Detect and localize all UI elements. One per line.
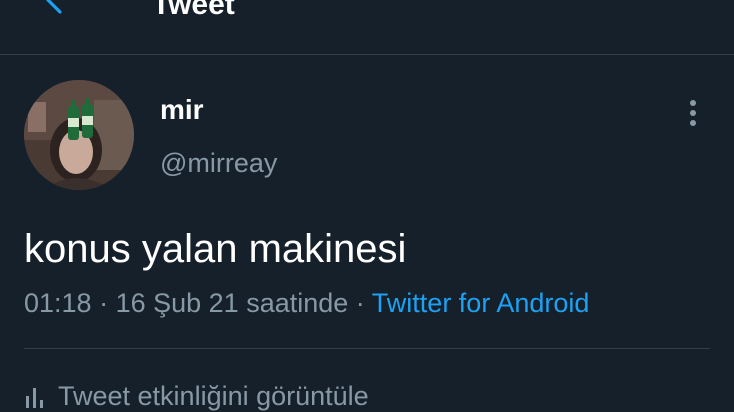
- dot: [690, 110, 696, 116]
- bar-chart-icon: [26, 388, 43, 408]
- tweet-detail-screen: Tweet mir @mirreay konus yalan makinesi …: [0, 0, 734, 412]
- dot: [690, 120, 696, 126]
- username[interactable]: @mirreay: [160, 146, 277, 180]
- profile-photo-icon: [24, 80, 134, 190]
- tweet-text: konus yalan makinesi: [24, 227, 407, 271]
- tweet-metadata: 01:18 · 16 Şub 21 saatinde · Twitter for…: [24, 286, 589, 320]
- tweet-time: 01:18: [24, 288, 92, 318]
- display-name[interactable]: mir: [160, 93, 204, 127]
- activity-label: Tweet etkinliğini görüntüle: [58, 380, 369, 411]
- tweet-date: 16 Şub 21 saatinde: [115, 288, 349, 318]
- page-title: Tweet: [152, 0, 235, 21]
- back-arrow-icon[interactable]: [34, 0, 70, 18]
- more-options-icon[interactable]: [680, 96, 706, 130]
- divider: [24, 348, 710, 349]
- top-bar: Tweet: [0, 0, 734, 55]
- separator: ·: [91, 288, 116, 318]
- view-activity-button[interactable]: Tweet etkinliğini görüntüle: [24, 376, 369, 412]
- avatar[interactable]: [24, 80, 134, 190]
- source-link[interactable]: Twitter for Android: [372, 288, 590, 318]
- dot: [690, 100, 696, 106]
- separator: ·: [348, 288, 372, 318]
